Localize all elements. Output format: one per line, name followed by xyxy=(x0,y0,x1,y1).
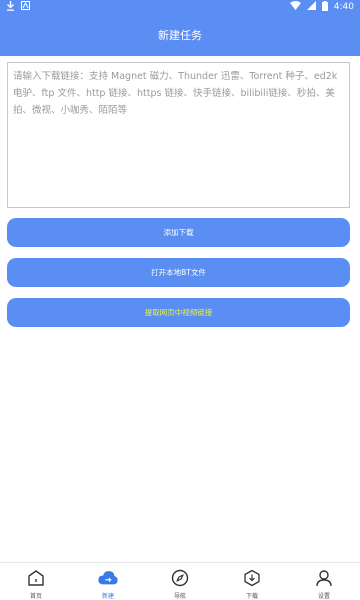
nav-label-settings: 设置 xyxy=(317,593,330,600)
nav-item-download[interactable]: 下载 xyxy=(216,563,288,600)
add-download-button[interactable]: 添加下载 xyxy=(7,218,350,247)
compass-icon xyxy=(170,568,190,588)
notification-status-icon xyxy=(21,1,30,13)
open-local-bt-label: 打开本地BT文件 xyxy=(151,268,206,277)
url-input-box xyxy=(7,62,350,208)
nav-item-home[interactable]: 首页 xyxy=(0,563,72,600)
status-bar: 4:40 xyxy=(0,0,360,14)
home-icon xyxy=(26,568,46,588)
user-icon xyxy=(314,568,334,588)
nav-label-home: 首页 xyxy=(29,593,42,600)
extract-video-link-button[interactable]: 提取网页中视频链接 xyxy=(7,298,350,327)
download-icon xyxy=(242,568,262,588)
battery-icon xyxy=(321,0,328,14)
download-status-icon xyxy=(6,0,15,14)
app-header: 新建任务 xyxy=(0,14,360,56)
bottom-nav: 首页 新建 导航 下载 设置 xyxy=(0,562,360,600)
download-url-input[interactable] xyxy=(8,63,349,207)
page-title: 新建任务 xyxy=(158,29,202,42)
nav-label-new: 新建 xyxy=(101,593,114,600)
nav-item-new[interactable]: 新建 xyxy=(72,563,144,600)
open-local-bt-button[interactable]: 打开本地BT文件 xyxy=(7,258,350,287)
nav-item-navigation[interactable]: 导航 xyxy=(144,563,216,600)
nav-item-settings[interactable]: 设置 xyxy=(288,563,360,600)
nav-label-navigation: 导航 xyxy=(173,593,186,600)
extract-video-link-label: 提取网页中视频链接 xyxy=(144,308,213,317)
cloud-icon xyxy=(98,568,118,588)
add-download-label: 添加下载 xyxy=(163,228,194,237)
wifi-icon xyxy=(289,1,301,13)
status-time: 4:40 xyxy=(333,2,354,12)
nav-label-download: 下载 xyxy=(245,593,258,600)
signal-icon xyxy=(306,1,316,13)
